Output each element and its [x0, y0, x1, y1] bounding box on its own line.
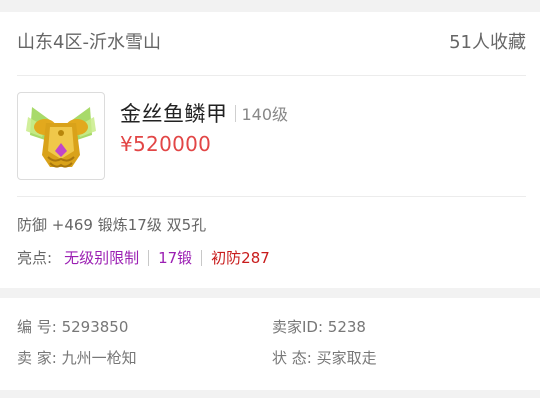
item-id: 编 号: 5293850 — [17, 318, 129, 336]
highlight-separator — [201, 249, 203, 266]
trade-info-grid: 编 号: 5293850 卖家ID: 5238 卖 家: 九州一枪知 状 态: … — [17, 316, 526, 378]
highlight-separator — [148, 249, 150, 266]
info-row: 卖 家: 九州一枪知 状 态: 买家取走 — [17, 347, 526, 378]
item-attributes: 防御 +469 锻炼17级 双5孔 — [17, 216, 207, 234]
next-card — [0, 398, 540, 408]
level-separator — [234, 104, 236, 122]
info-row: 编 号: 5293850 卖家ID: 5238 — [17, 316, 526, 347]
item-price: ¥520000 — [120, 132, 212, 156]
seller-id: 卖家ID: 5238 — [272, 318, 366, 336]
item-level: 140级 — [241, 105, 289, 124]
divider — [17, 196, 526, 197]
listing-page: 山东4区-沂水雪山 51人收藏 金丝鱼鳞甲 140级 ¥520000 防御 +4… — [0, 0, 540, 408]
server-name: 山东4区-沂水雪山 — [17, 32, 161, 53]
golden-armor-icon — [26, 107, 96, 168]
divider — [17, 75, 526, 76]
item-name: 金丝鱼鳞甲 — [120, 102, 228, 126]
seller-name: 卖 家: 九州一枪知 — [17, 349, 137, 367]
trade-info-card: 编 号: 5293850 卖家ID: 5238 卖 家: 九州一枪知 状 态: … — [0, 298, 540, 390]
highlight-tag: 无级别限制 — [64, 249, 140, 267]
item-card[interactable]: 山东4区-沂水雪山 51人收藏 金丝鱼鳞甲 140级 ¥520000 防御 +4… — [0, 12, 540, 288]
highlights-label: 亮点: — [17, 249, 53, 267]
card-header: 山东4区-沂水雪山 51人收藏 — [17, 28, 526, 54]
trade-status: 状 态: 买家取走 — [272, 349, 377, 367]
highlight-tag: 初防287 — [211, 249, 270, 267]
favorites-count: 51人收藏 — [449, 32, 526, 53]
highlights-row: 亮点: 无级别限制 17锻 初防287 — [17, 247, 270, 268]
highlight-tag: 17锻 — [158, 249, 193, 267]
item-title-row: 金丝鱼鳞甲 140级 — [120, 98, 288, 128]
item-thumbnail[interactable] — [17, 92, 105, 180]
